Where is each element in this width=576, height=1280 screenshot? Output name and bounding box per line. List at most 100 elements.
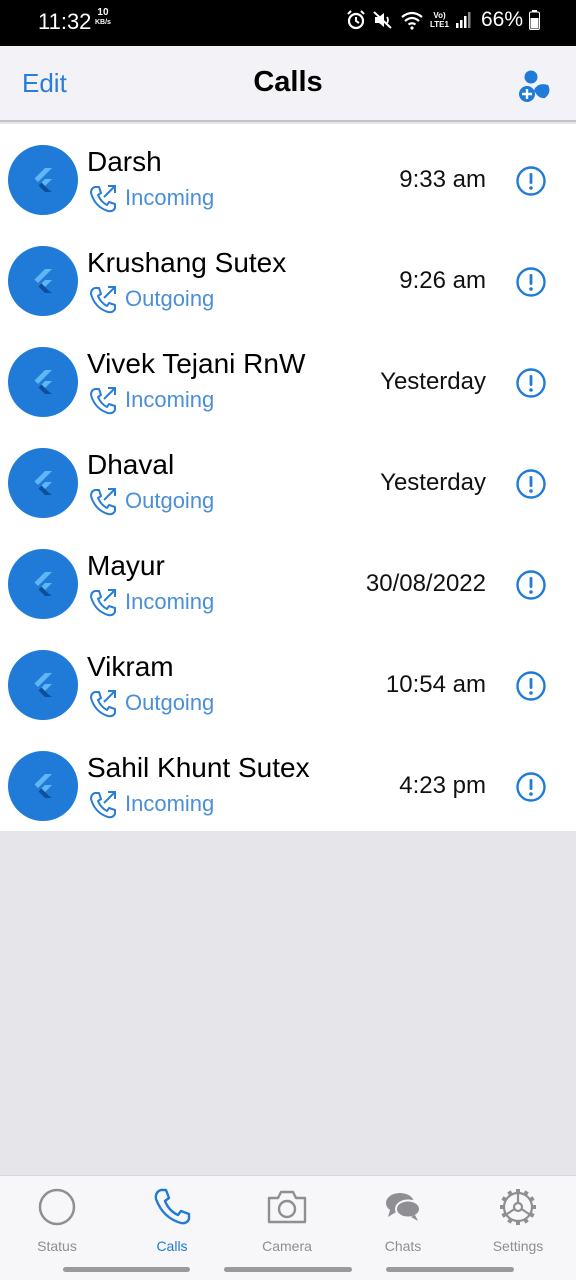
call-type-label: Incoming bbox=[125, 185, 215, 210]
call-type-label: Outgoing bbox=[125, 286, 215, 311]
phone-icon bbox=[154, 1188, 191, 1225]
call-direction-icon bbox=[90, 690, 116, 718]
call-row[interactable]: Darsh Incoming 9:33 am bbox=[0, 124, 576, 225]
chat-bubbles-icon bbox=[386, 1193, 421, 1221]
battery-percentage: 66% bbox=[480, 8, 523, 31]
flutter-logo-icon bbox=[34, 572, 52, 596]
flutter-logo-icon bbox=[34, 370, 52, 394]
contact-name: Sahil Khunt Sutex bbox=[87, 752, 310, 783]
contact-name: Vikram bbox=[87, 651, 174, 682]
call-type: Incoming bbox=[88, 789, 214, 819]
tab-chats-label: Chats bbox=[384, 1238, 422, 1254]
avatar bbox=[8, 347, 78, 417]
home-indicator-left bbox=[63, 1267, 190, 1272]
avatar bbox=[8, 650, 78, 720]
avatar bbox=[8, 246, 78, 316]
contact-name: Mayur bbox=[87, 550, 165, 581]
call-time: Yesterday bbox=[380, 469, 486, 496]
flutter-logo-icon bbox=[34, 471, 52, 495]
network-label-bottom: LTE1 bbox=[430, 20, 449, 29]
status-time: 11:32 bbox=[38, 9, 92, 34]
tab-settings-label: Settings bbox=[492, 1238, 544, 1254]
gear-icon bbox=[500, 1189, 536, 1225]
flutter-logo-icon bbox=[34, 673, 52, 697]
call-row[interactable]: Mayur Incoming 30/08/2022 bbox=[0, 528, 576, 629]
tab-camera-label: Camera bbox=[262, 1238, 312, 1254]
info-icon[interactable] bbox=[515, 468, 547, 500]
tab-calls[interactable]: Calls bbox=[122, 1186, 222, 1254]
call-type: Outgoing bbox=[88, 486, 214, 516]
tab-settings[interactable]: Settings bbox=[468, 1186, 568, 1254]
call-direction-icon bbox=[90, 185, 116, 213]
network-speed-unit: KB/s bbox=[95, 19, 111, 26]
call-direction-icon bbox=[90, 488, 116, 516]
info-icon[interactable] bbox=[515, 165, 547, 197]
contact-name: Darsh bbox=[87, 146, 162, 177]
contact-name: Dhaval bbox=[87, 449, 175, 480]
call-direction-icon bbox=[90, 286, 116, 314]
call-type-label: Incoming bbox=[125, 387, 215, 412]
network-type: Vo) LTE1 bbox=[430, 11, 449, 29]
circle-icon bbox=[38, 1188, 76, 1226]
calls-list: Darsh Incoming 9:33 am Krushang Sutex Outgoi… bbox=[0, 124, 576, 831]
info-icon[interactable] bbox=[515, 771, 547, 803]
contact-name: Vivek Tejani RnW bbox=[87, 348, 306, 379]
call-time: 10:54 am bbox=[385, 671, 486, 698]
contact-name: Krushang Sutex bbox=[87, 247, 287, 278]
avatar bbox=[8, 448, 78, 518]
avatar bbox=[8, 549, 78, 619]
page-title: Calls bbox=[253, 66, 323, 98]
call-row[interactable]: Dhaval Outgoing Yesterday bbox=[0, 427, 576, 528]
tab-camera[interactable]: Camera bbox=[237, 1186, 337, 1254]
home-indicator-center bbox=[224, 1267, 352, 1272]
camera-icon bbox=[267, 1190, 307, 1224]
network-label-top: Vo) bbox=[433, 11, 446, 20]
call-type: Incoming bbox=[88, 183, 214, 213]
call-row[interactable]: Vikram Outgoing 10:54 am bbox=[0, 629, 576, 730]
status-bar: 11:32 10 KB/s Vo) LTE1 66% bbox=[0, 0, 576, 46]
info-icon[interactable] bbox=[515, 367, 547, 399]
call-time: 9:33 am bbox=[399, 166, 486, 193]
network-speed: 10 KB/s bbox=[95, 8, 111, 28]
call-type-label: Outgoing bbox=[125, 488, 215, 513]
call-type: Incoming bbox=[88, 385, 214, 415]
call-type-label: Incoming bbox=[125, 791, 215, 816]
call-type: Incoming bbox=[88, 587, 214, 617]
call-row[interactable]: Krushang Sutex Outgoing 9:26 am bbox=[0, 225, 576, 326]
status-icons: Vo) LTE1 66% bbox=[346, 8, 540, 32]
signal-icon bbox=[455, 12, 471, 28]
alarm-icon bbox=[347, 10, 365, 30]
avatar bbox=[8, 145, 78, 215]
call-direction-icon bbox=[90, 387, 116, 415]
tab-status[interactable]: Status bbox=[7, 1186, 107, 1254]
info-icon[interactable] bbox=[515, 569, 547, 601]
call-row[interactable]: Vivek Tejani RnW Incoming Yesterday bbox=[0, 326, 576, 427]
network-speed-value: 10 bbox=[97, 7, 109, 18]
tab-calls-label: Calls bbox=[156, 1238, 188, 1254]
wifi-icon bbox=[401, 11, 423, 30]
call-direction-icon bbox=[90, 791, 116, 819]
call-type-label: Incoming bbox=[125, 589, 215, 614]
info-icon[interactable] bbox=[515, 266, 547, 298]
flutter-logo-icon bbox=[34, 774, 52, 798]
info-icon[interactable] bbox=[515, 670, 547, 702]
add-call-contact-icon[interactable] bbox=[518, 68, 554, 104]
home-indicator-right bbox=[386, 1267, 514, 1272]
flutter-logo-icon bbox=[34, 269, 52, 293]
mute-icon bbox=[373, 11, 392, 29]
tab-bar: Status Calls Camera Chats Settings bbox=[0, 1175, 576, 1280]
navigation-bar: Edit Calls bbox=[0, 46, 576, 122]
call-type: Outgoing bbox=[88, 688, 214, 718]
call-type-label: Outgoing bbox=[125, 690, 215, 715]
avatar bbox=[8, 751, 78, 821]
call-time: Yesterday bbox=[380, 368, 486, 395]
call-type: Outgoing bbox=[88, 284, 214, 314]
call-direction-icon bbox=[90, 589, 116, 617]
call-time: 4:23 pm bbox=[399, 772, 486, 799]
battery-icon bbox=[529, 10, 540, 30]
call-row[interactable]: Sahil Khunt Sutex Incoming 4:23 pm bbox=[0, 730, 576, 831]
tab-status-label: Status bbox=[37, 1238, 77, 1254]
flutter-logo-icon bbox=[34, 168, 52, 192]
tab-chats[interactable]: Chats bbox=[353, 1186, 453, 1254]
call-time: 9:26 am bbox=[399, 267, 486, 294]
